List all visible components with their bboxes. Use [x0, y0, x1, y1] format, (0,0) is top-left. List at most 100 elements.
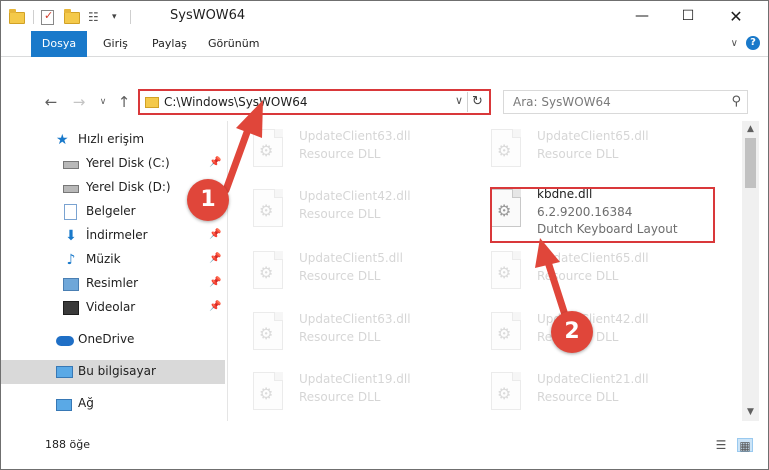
download-icon: ⬇ — [65, 228, 77, 244]
maximize-button[interactable]: ☐ — [665, 1, 711, 31]
tab-gorunum[interactable]: Görünüm — [198, 31, 269, 57]
minimize-button[interactable]: — — [619, 1, 665, 31]
sidebar-item-label: OneDrive — [78, 332, 135, 346]
file-description: Resource DLL — [537, 269, 619, 283]
sidebar-item-this-pc[interactable]: Bu bilgisayar — [1, 360, 225, 384]
sidebar-item-onedrive[interactable]: OneDrive — [1, 328, 225, 352]
address-path[interactable]: C:\Windows\SysWOW64 — [164, 95, 308, 109]
file-tile[interactable]: ⚙ UpdateClient63.dll Resource DLL — [235, 304, 465, 362]
file-description: Resource DLL — [299, 147, 381, 161]
star-icon: ★ — [56, 132, 69, 148]
quick-access-toolbar: ☷ ▾ — [9, 8, 137, 26]
file-name: UpdateClient63.dll — [299, 129, 411, 143]
music-icon: ♪ — [66, 252, 76, 268]
sidebar-item-label: Belgeler — [86, 204, 136, 218]
file-description: Resource DLL — [299, 207, 381, 221]
sidebar-item-label: Hızlı erişim — [78, 132, 145, 146]
tiles-view-icon: ▦ — [739, 439, 751, 453]
sidebar-item-label: Videolar — [86, 300, 136, 314]
refresh-button[interactable]: ↻ — [467, 92, 487, 112]
sidebar-item-disk-c[interactable]: Yerel Disk (C:) 📌 — [1, 152, 225, 176]
chevron-down-icon[interactable]: ∨ — [455, 94, 463, 107]
search-box[interactable]: Ara: SysWOW64 ⚲ — [503, 90, 748, 114]
file-description: Resource DLL — [299, 269, 381, 283]
tab-paylas[interactable]: Paylaş — [142, 31, 197, 57]
scroll-down-icon[interactable]: ▼ — [742, 404, 759, 421]
item-count: 188 öğe — [45, 438, 90, 451]
tab-dosya[interactable]: Dosya — [31, 31, 87, 57]
video-icon — [63, 300, 79, 316]
pin-icon: 📌 — [209, 301, 222, 312]
customize-icon[interactable]: ☷ — [88, 9, 104, 25]
pc-icon — [56, 364, 73, 380]
file-list: ⚙ UpdateClient63.dll Resource DLL ⚙ Upda… — [235, 121, 741, 419]
details-view-button[interactable]: ☰ — [713, 438, 729, 452]
dll-file-icon: ⚙ — [487, 251, 525, 295]
address-bar[interactable]: C:\Windows\SysWOW64 ∨ ↻ — [138, 89, 491, 115]
folder-icon — [9, 9, 25, 25]
vertical-scrollbar[interactable]: ▲ ▼ — [742, 121, 759, 421]
back-button[interactable]: ← — [41, 91, 61, 113]
recent-locations-button[interactable]: ∨ — [93, 91, 113, 113]
dll-file-icon: ⚙ — [487, 129, 525, 173]
close-icon: ✕ — [729, 6, 743, 26]
close-button[interactable]: ✕ — [713, 1, 759, 31]
file-name: UpdateClient63.dll — [299, 312, 411, 326]
file-name: UpdateClient5.dll — [299, 251, 403, 265]
sidebar-item-pictures[interactable]: Resimler 📌 — [1, 272, 225, 296]
sidebar-item-label: Bu bilgisayar — [78, 364, 156, 378]
document-icon — [63, 204, 79, 220]
title-bar: ☷ ▾ SysWOW64 — ☐ ✕ — [1, 1, 768, 31]
search-input[interactable]: Ara: SysWOW64 — [513, 95, 611, 109]
tiles-view-button[interactable]: ▦ — [737, 438, 753, 453]
network-icon — [56, 396, 72, 412]
dll-file-icon: ⚙ — [249, 189, 287, 233]
file-name: UpdateClient21.dll — [537, 372, 649, 386]
file-description: Resource DLL — [299, 330, 381, 344]
pin-icon: 📌 — [209, 277, 222, 288]
ribbon-controls: ∨ ? — [731, 36, 760, 50]
forward-button[interactable]: → — [69, 91, 89, 113]
back-arrow-icon: ← — [44, 93, 58, 111]
pane-divider[interactable] — [227, 121, 228, 421]
step-badge-1: 1 — [187, 179, 229, 221]
expand-ribbon-icon[interactable]: ∨ — [731, 38, 738, 49]
file-tile[interactable]: ⚙ UpdateClient19.dll Resource DLL — [235, 364, 465, 419]
properties-icon[interactable] — [40, 9, 56, 25]
search-icon: ⚲ — [731, 94, 741, 109]
file-name: UpdateClient42.dll — [299, 189, 411, 203]
file-tile[interactable]: ⚙ UpdateClient42.dll Resource DLL — [235, 181, 465, 239]
disk-icon — [63, 156, 79, 172]
sidebar-item-music[interactable]: ♪ Müzik 📌 — [1, 248, 225, 272]
tab-giris[interactable]: Giriş — [93, 31, 138, 57]
file-name: UpdateClient65.dll — [537, 251, 649, 265]
file-description: Resource DLL — [299, 390, 381, 404]
sidebar-item-label: Ağ — [78, 396, 94, 410]
file-tile[interactable]: ⚙ UpdateClient5.dll Resource DLL — [235, 243, 465, 301]
divider — [130, 10, 131, 24]
sidebar-item-network[interactable]: Ağ — [1, 392, 225, 416]
pin-icon: 📌 — [209, 229, 222, 240]
help-icon[interactable]: ? — [746, 36, 760, 50]
folder-icon — [145, 97, 159, 108]
up-button[interactable]: ↑ — [114, 91, 134, 113]
dll-file-icon: ⚙ — [487, 372, 525, 416]
file-tile[interactable]: ⚙ UpdateClient63.dll Resource DLL — [235, 121, 465, 179]
chevron-down-icon[interactable]: ▾ — [112, 9, 122, 25]
refresh-icon: ↻ — [472, 94, 483, 109]
file-tile[interactable]: ⚙ UpdateClient65.dll Resource DLL — [473, 121, 703, 179]
file-name: UpdateClient19.dll — [299, 372, 411, 386]
new-folder-icon[interactable] — [64, 9, 80, 25]
file-tile[interactable]: ⚙ UpdateClient21.dll Resource DLL — [473, 364, 703, 419]
explorer-window: ☷ ▾ SysWOW64 — ☐ ✕ Dosya Giriş Paylaş Gö… — [0, 0, 769, 470]
scroll-up-icon[interactable]: ▲ — [742, 121, 759, 138]
sidebar-item-videos[interactable]: Videolar 📌 — [1, 296, 225, 320]
sidebar-item-downloads[interactable]: ⬇ İndirmeler 📌 — [1, 224, 225, 248]
file-tile[interactable]: ⚙ UpdateClient65.dll Resource DLL — [473, 243, 703, 301]
maximize-icon: ☐ — [681, 8, 695, 24]
file-name: UpdateClient65.dll — [537, 129, 649, 143]
dll-file-icon: ⚙ — [249, 251, 287, 295]
scroll-thumb[interactable] — [745, 138, 756, 188]
sidebar-item-quick-access[interactable]: ★ Hızlı erişim — [1, 128, 225, 152]
kbdne-highlight-box — [490, 187, 715, 243]
